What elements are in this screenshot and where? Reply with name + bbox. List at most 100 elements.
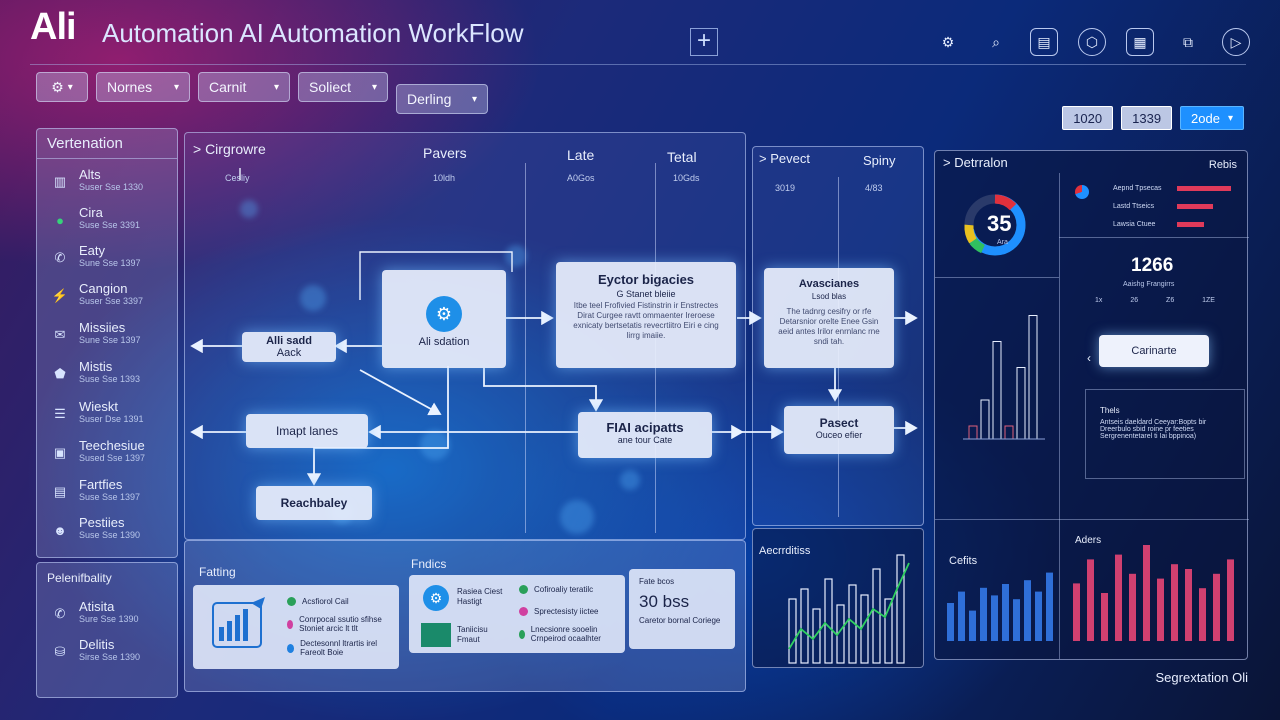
pasect-node[interactable]: Pasect Ouceo efier <box>784 406 894 454</box>
new-tab-button[interactable]: + <box>690 28 718 56</box>
list-item: Cofiroaliy teratilc <box>519 585 593 594</box>
chart-bar <box>1213 573 1220 641</box>
node-sub: Lsod blas <box>811 292 847 301</box>
sidebar-item-sub: Suse Sse 1393 <box>79 374 141 384</box>
sidebar-item-eaty[interactable]: ✆ Eaty Sune Sse 1397 <box>49 243 169 275</box>
legend-label: Lastd Ttseics <box>1113 203 1155 210</box>
chat-icon: ● <box>56 212 64 228</box>
sidebar-item-label: Cira <box>79 205 103 220</box>
list-sub: Fmaut <box>457 635 480 644</box>
node-title: FIAI acipatts <box>606 420 684 435</box>
carnit-dropdown[interactable]: Carnit ▾ <box>198 72 290 102</box>
play-icon[interactable]: ▷ <box>1222 28 1250 56</box>
settings-dropdown[interactable]: ⚙ ▾ <box>36 72 88 102</box>
sidebar-item-cira[interactable]: ● Cira Suse Sse 3391 <box>49 205 169 237</box>
ai-station-node[interactable]: ⚙ Ali sdation <box>382 270 506 368</box>
axis-label: 26 <box>1130 297 1139 304</box>
sidebar-item-sub: Sune Sse 1397 <box>79 258 141 268</box>
chart-bar <box>1013 599 1020 641</box>
panel-divider <box>1059 173 1060 659</box>
chart-bar <box>992 341 1002 440</box>
chevron-down-icon: ▾ <box>1227 112 1233 124</box>
list-item: Sprectesisty iictee <box>519 607 598 616</box>
sidebar-item-teechesiue[interactable]: ▣ Teechesiue Sused Sse 1397 <box>49 438 169 470</box>
column-sub: Cesliy <box>225 173 250 183</box>
chart-bar <box>980 587 987 641</box>
sidebar-item-mistis[interactable]: ⬟ Mistis Suse Sse 1393 <box>49 359 169 391</box>
analytics-icon <box>212 597 265 648</box>
fial-node[interactable]: FIAI acipatts ane tour Cate <box>578 412 712 458</box>
dashboard-right-label: Rebis <box>1208 159 1237 171</box>
chart-bar <box>1171 564 1178 641</box>
carinarte-button[interactable]: Carinarte <box>1099 335 1209 367</box>
reachbaley-node[interactable]: Reachbaley <box>256 486 372 520</box>
chart-bar <box>1035 591 1042 641</box>
sidebar-item-wieskt[interactable]: ☰ Wieskt Suser Dse 1391 <box>49 399 169 431</box>
list-label: Taniicisu <box>457 625 488 634</box>
sidebar-item-sub: Suse Sse 1397 <box>79 492 141 502</box>
chart-bar <box>1016 367 1026 440</box>
legend-label: Lawsia Ctuee <box>1113 221 1156 228</box>
sidebar-item-sub: Sused Sse 1397 <box>79 453 146 463</box>
node-title: Eyctor bigacies <box>597 272 695 287</box>
mode-dropdown[interactable]: 2ode ▾ <box>1180 106 1244 130</box>
derling-dropdown[interactable]: Derling ▾ <box>396 84 488 114</box>
gear-icon: ⚙ <box>51 78 64 95</box>
sidebar-item-cangion[interactable]: ⚡ Cangion Suser Sse 3397 <box>49 281 169 313</box>
chart-bar <box>1185 569 1192 641</box>
panel-divider <box>1059 237 1249 238</box>
value-button-2[interactable]: 1339 <box>1121 106 1173 130</box>
document-icon[interactable]: ▤ <box>1030 28 1058 56</box>
gear-icon: ⚙ <box>426 296 462 332</box>
share-icon[interactable]: ⚙ <box>934 28 962 56</box>
chart-bar <box>1227 559 1234 641</box>
list-item-label: Sprectesisty iictee <box>534 607 599 616</box>
list-item-label: Dectesonnl ltrartis irel Fareolt Boie <box>300 639 378 657</box>
gear-icon: ⚙ <box>423 585 449 611</box>
column-sub: A0Gos <box>567 173 595 183</box>
dashboard-title: > Detrralon <box>943 155 1008 170</box>
panel-header-right: Spiny <box>863 153 896 168</box>
sidebar-item-label: Fartfies <box>79 477 123 492</box>
column-header: Late <box>567 147 595 163</box>
shield-icon[interactable]: ⬡ <box>1078 28 1106 56</box>
alli-add-node[interactable]: Alli sadd Aack <box>242 332 336 362</box>
gauge-accent-yellow <box>964 224 977 244</box>
soliect-dropdown[interactable]: Soliect ▾ <box>298 72 388 102</box>
info-line: Sergrenentetarel ti Iai bppinoa) <box>1100 433 1197 440</box>
axis-row: 1x 26 Z6 1ZE <box>1095 297 1215 304</box>
avascianes-node[interactable]: Avascianes Lsod blas The tadnrg cesifry … <box>764 268 894 368</box>
nornes-dropdown[interactable]: Nornes ▾ <box>96 72 190 102</box>
sidebar-item-sub: Sure Sse 1390 <box>79 614 139 624</box>
chart-bar <box>991 595 998 641</box>
blue-bar-chart <box>947 572 1053 641</box>
search-icon[interactable]: ⌕ <box>982 28 1010 56</box>
sidebar-item-fartfies[interactable]: ▤ Fartfies Suse Sse 1397 <box>49 477 169 509</box>
sidebar-item-delitis[interactable]: ⛁ Delitis Sirse Sse 1390 <box>49 637 169 669</box>
sidebar-item-alts[interactable]: ▥ Alts Suser Sse 1330 <box>49 167 169 199</box>
axis-label: 1ZE <box>1202 297 1215 304</box>
axis-label: Z6 <box>1166 297 1175 304</box>
gauge-accent-red <box>994 194 1017 211</box>
value-button-1[interactable]: 1020 <box>1062 106 1114 130</box>
gauge-sub: Ara <box>997 239 1008 246</box>
imapt-node[interactable]: Imapt lanes <box>246 414 368 448</box>
footer-label: Segrextation Oli <box>1155 670 1249 685</box>
list-item-label: Acsfiorol Cail <box>302 597 349 606</box>
chart-bar <box>1199 588 1206 641</box>
sidebar-secondary: Pelenifbality ✆ Atisita Sure Sse 1390 ⛁ … <box>36 562 178 698</box>
mini-pie-icon <box>1075 185 1089 199</box>
sidebar-item-sub: Suser Sse 3397 <box>79 296 144 306</box>
toolbar: ⚙ ▾ Nornes ▾ Carnit ▾ Soliect ▾ Derling … <box>36 72 488 114</box>
sidebar-item-pestiies[interactable]: ☻ Pestiies Suse Sse 1390 <box>49 515 169 547</box>
chart-bar <box>1129 573 1136 641</box>
calendar-icon[interactable]: ▦ <box>1126 28 1154 56</box>
app-title: Automation AI Automation WorkFlow <box>102 18 524 48</box>
puzzle-icon[interactable]: ⧉ <box>1174 28 1202 56</box>
table-icon: ▤ <box>53 484 67 499</box>
node-sub: G Stanet bleiie <box>616 289 676 299</box>
eyctor-node[interactable]: Eyctor bigacies G Stanet bleiie Itbe tee… <box>556 262 736 368</box>
sidebar-item-atisita[interactable]: ✆ Atisita Sure Sse 1390 <box>49 599 169 631</box>
sidebar-item-missiies[interactable]: ✉ Missiies Sune Sse 1397 <box>49 320 169 352</box>
list-item-label: Conrpocal ssutio sfihse Stoniet arcic lt… <box>299 615 382 633</box>
